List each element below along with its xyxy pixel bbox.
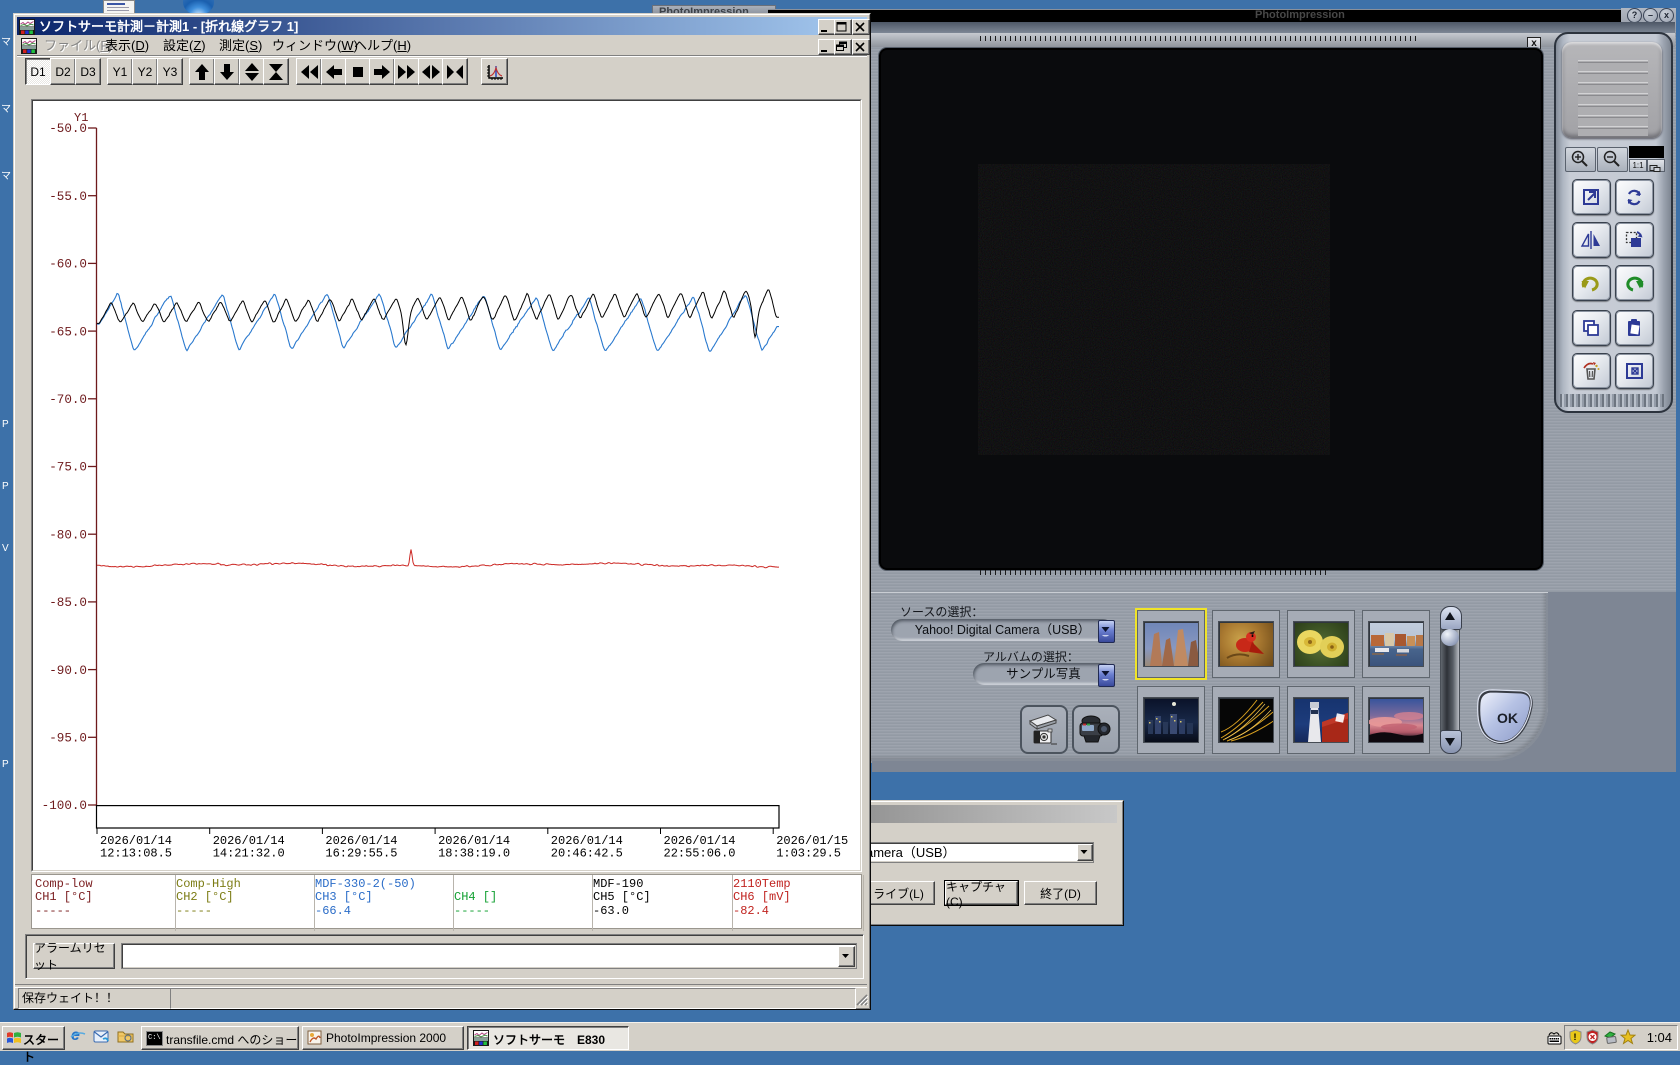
svg-text:-65.0: -65.0: [49, 325, 87, 339]
svg-text:12:13:08.5: 12:13:08.5: [100, 847, 172, 861]
svg-text:-95.0: -95.0: [49, 732, 87, 746]
svg-text:-60.0: -60.0: [49, 258, 87, 272]
svg-text:14:21:32.0: 14:21:32.0: [213, 847, 285, 861]
svg-text:-90.0: -90.0: [49, 664, 87, 678]
svg-text:-85.0: -85.0: [49, 596, 87, 610]
svg-text:16:29:55.5: 16:29:55.5: [325, 847, 397, 861]
svg-text:!: !: [1574, 1032, 1577, 1042]
svg-text:-50.0: -50.0: [49, 122, 87, 136]
svg-text:-55.0: -55.0: [49, 190, 87, 204]
svg-text:OK: OK: [1497, 710, 1518, 726]
svg-text:-100.0: -100.0: [42, 799, 87, 813]
svg-text:20:46:42.5: 20:46:42.5: [551, 847, 623, 861]
svg-text:-80.0: -80.0: [49, 528, 87, 542]
svg-text:-70.0: -70.0: [49, 393, 87, 407]
svg-text:1:03:29.5: 1:03:29.5: [776, 847, 841, 861]
svg-text:22:55:06.0: 22:55:06.0: [664, 847, 736, 861]
svg-text:-75.0: -75.0: [49, 461, 87, 475]
svg-text:18:38:19.0: 18:38:19.0: [438, 847, 510, 861]
